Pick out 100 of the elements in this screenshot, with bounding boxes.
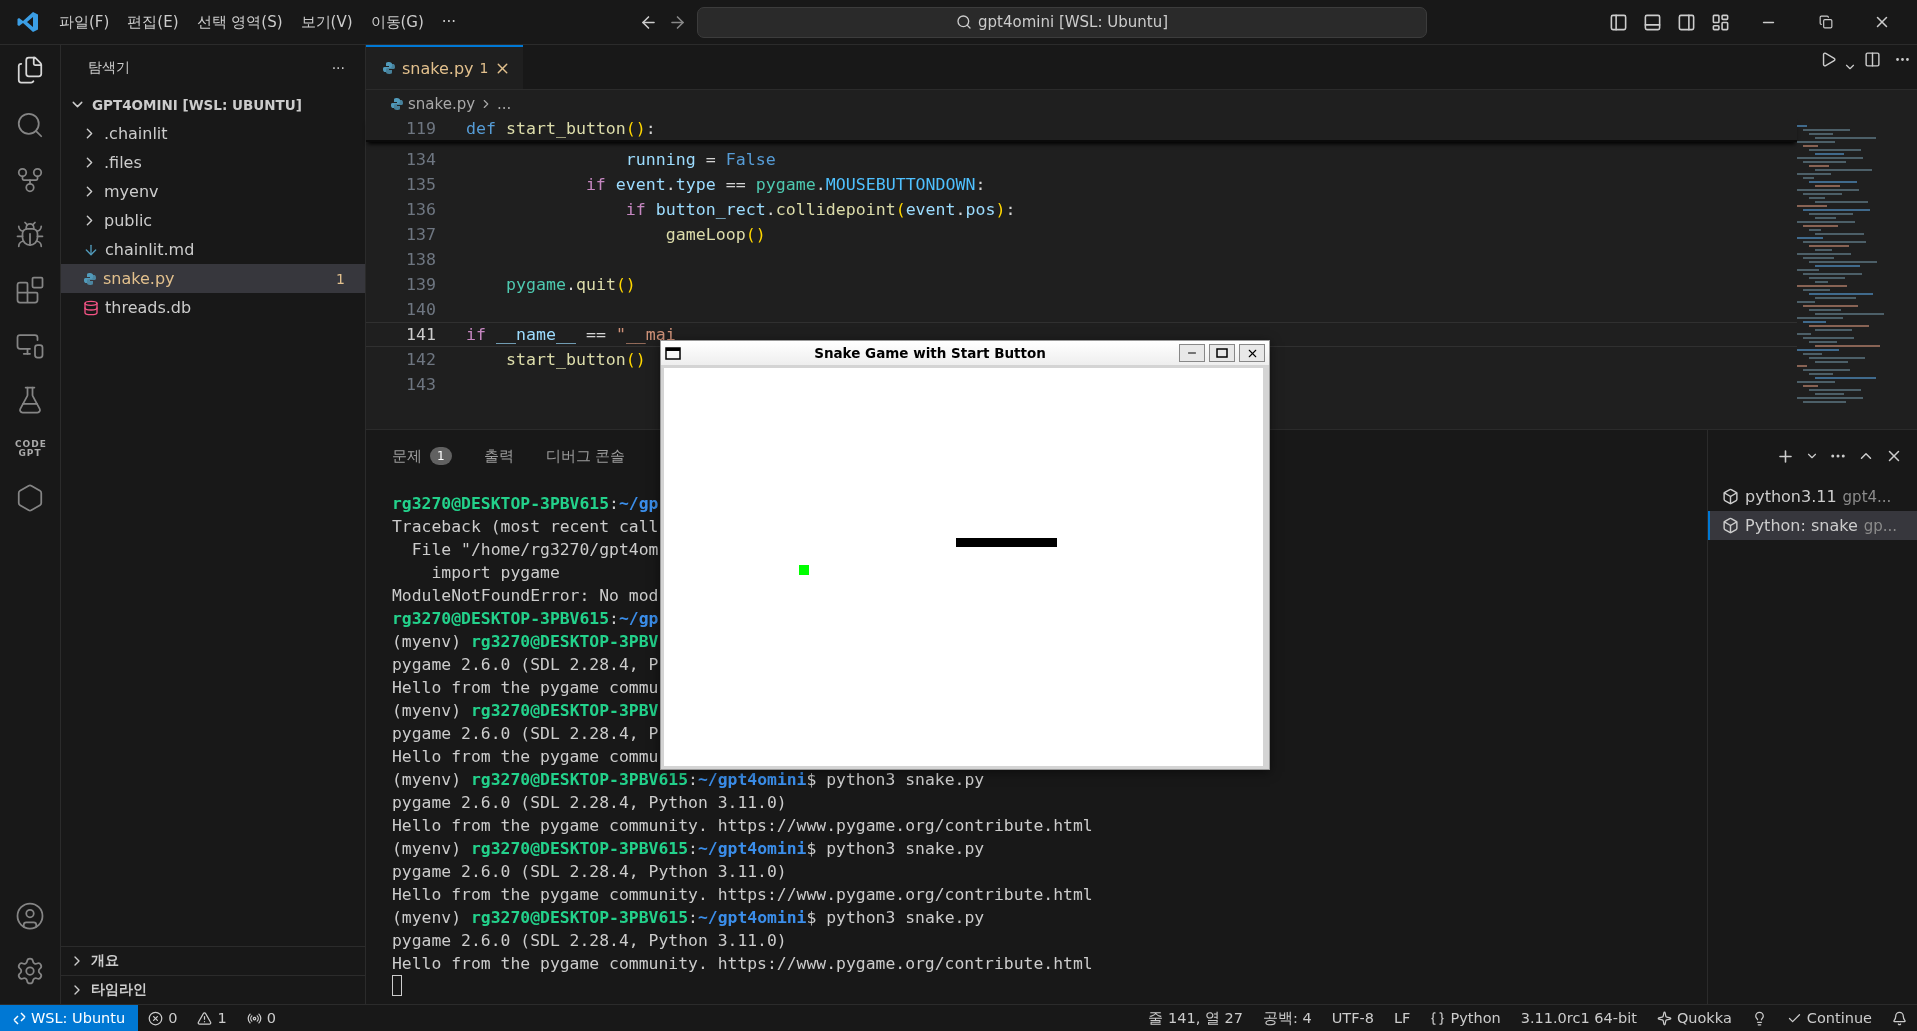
status-item[interactable]: 1	[187, 1005, 237, 1031]
account-icon[interactable]	[15, 901, 45, 931]
terminal-line: (myenv) rg3270@DESKTOP-3PBV615:~/gpt4omini$ python3 snake.py	[392, 769, 985, 791]
close-button[interactable]	[1239, 344, 1265, 362]
status-item[interactable]: 줄 141, 열 27	[1138, 1005, 1253, 1031]
code-line: start_button()	[504, 350, 646, 369]
menu-item[interactable]: 편집(E)	[120, 8, 186, 36]
menu-item[interactable]: 이동(G)	[363, 8, 431, 36]
status-item[interactable]: Quokka	[1646, 1005, 1742, 1031]
status-item[interactable]: 0	[138, 1005, 188, 1031]
panel-tab[interactable]: 디버그 콘솔	[545, 446, 626, 466]
window-title: Snake Game with Start Button	[813, 345, 1047, 361]
python-icon	[390, 96, 404, 111]
line-number: 139	[405, 275, 436, 294]
box-icon	[1722, 488, 1739, 505]
section-header[interactable]: 개요	[61, 946, 365, 975]
database-icon	[83, 299, 99, 316]
files-icon[interactable]	[15, 55, 45, 85]
panel-tab[interactable]: 문제 1	[392, 446, 452, 466]
codegpt-button[interactable]: CODE GPT	[15, 440, 45, 458]
terminal-line: (myenv) rg3270@DESKTOP-3PBV	[392, 700, 659, 722]
status-item[interactable]: 공백: 4	[1253, 1005, 1322, 1031]
terminal-line: (myenv) rg3270@DESKTOP-3PBV	[392, 631, 659, 653]
more-button[interactable]: ···	[331, 59, 345, 76]
problem-count: 1	[336, 270, 346, 287]
status-item[interactable]: 0	[236, 1005, 286, 1031]
menu-item[interactable]: ···	[434, 9, 464, 35]
file-name: .files	[104, 153, 142, 172]
file-tree-item[interactable]: .chainlit	[61, 119, 365, 148]
remote-button[interactable]: WSL: Ubuntu	[0, 1005, 139, 1031]
minimize-button[interactable]	[1179, 344, 1205, 362]
python-icon	[83, 271, 97, 286]
terminal-list-item[interactable]: Python: snake gp...	[1708, 511, 1917, 540]
file-tree-item[interactable]: chainlit.md	[61, 235, 365, 264]
breadcrumb[interactable]: snake.py	[408, 94, 476, 113]
line-number: 137	[405, 225, 436, 244]
source-control-icon[interactable]	[15, 165, 45, 195]
command-center[interactable]: gpt4omini [WSL: Ubuntu]	[697, 6, 1428, 38]
terminal-line: ModuleNotFoundError: No mod	[392, 585, 659, 607]
terminal-line: File "/home/rg3270/gpt4om	[410, 539, 659, 561]
line-number: 135	[405, 175, 436, 194]
panel-tab[interactable]: 출력	[483, 446, 514, 466]
panel-bottom-icon[interactable]	[1642, 12, 1662, 32]
menu-item[interactable]: 선택 영역(S)	[189, 8, 290, 36]
line-number: 142	[405, 350, 436, 369]
search-icon	[956, 14, 973, 30]
status-item[interactable]: LF	[1384, 1005, 1421, 1031]
code-line: gameLoop()	[664, 225, 766, 244]
editor-tab[interactable]: snake.py 1	[366, 45, 524, 89]
file-tree-item[interactable]: myenv	[61, 177, 365, 206]
terminal-line: pygame 2.6.0 (SDL 2.28.4, Python 3.11.0)	[392, 861, 787, 883]
remote-icon	[13, 1011, 26, 1025]
box-icon	[1722, 517, 1739, 534]
extensions-icon[interactable]	[15, 275, 45, 305]
folder-root[interactable]: GPT4OMINI [WSL: UBUNTU]	[61, 90, 365, 119]
status-item[interactable]: UTF-8	[1321, 1005, 1385, 1031]
maximize-button[interactable]	[1209, 344, 1235, 362]
file-tree-item[interactable]: snake.py 1	[61, 264, 365, 293]
file-tree-item[interactable]: threads.db	[61, 293, 365, 322]
maximize-icon	[1216, 348, 1228, 358]
settings-icon[interactable]	[15, 956, 45, 986]
terminal-line: Traceback (most recent call	[392, 516, 659, 538]
terminal-line: Hello from the pygame community. https://www.pygame.org/contribute.html	[392, 953, 1093, 975]
terminal-list-item[interactable]: python3.11 gpt4...	[1708, 482, 1917, 511]
status-item[interactable]: Python	[1420, 1005, 1511, 1031]
terminal-line: pygame 2.6.0 (SDL 2.28.4, P	[392, 654, 659, 676]
terminal-line: Hello from the pygame commu	[392, 746, 659, 768]
split-editor-icon[interactable]	[1863, 50, 1881, 68]
file-name: snake.py	[103, 269, 175, 288]
restore-icon[interactable]	[1819, 15, 1833, 29]
run-debug-icon[interactable]	[15, 220, 45, 250]
search-icon[interactable]	[15, 110, 45, 140]
panel-right-icon[interactable]	[1676, 12, 1696, 32]
line-number: 141	[405, 325, 436, 344]
code-line: if event.type == pygame.MOUSEBUTTONDOWN:	[584, 175, 986, 194]
python-icon	[382, 61, 396, 75]
file-tree-item[interactable]: .files	[61, 148, 365, 177]
sidebar-title: 탐색기	[88, 58, 130, 77]
terminal-line: (myenv) rg3270@DESKTOP-3PBV615:~/gpt4omini$ python3 snake.py	[392, 907, 985, 929]
status-item[interactable]: 3.11.0rc1 64-bit	[1510, 1005, 1647, 1031]
menu-item[interactable]: 보기(V)	[293, 8, 360, 36]
bell-button[interactable]	[1892, 1010, 1907, 1026]
hexagon-icon[interactable]	[15, 483, 45, 513]
terminal-line: pygame 2.6.0 (SDL 2.28.4, Python 3.11.0)	[392, 792, 787, 814]
terminal-line: rg3270@DESKTOP-3PBV615:~/gp	[392, 608, 659, 630]
file-name: myenv	[104, 182, 159, 201]
breadcrumb[interactable]: ...	[497, 94, 512, 113]
code-line: def start_button():	[466, 119, 656, 138]
layout-icon[interactable]	[1710, 12, 1730, 32]
line-number: 138	[405, 250, 436, 269]
line-number: 136	[405, 200, 436, 219]
menu-item[interactable]: 파일(F)	[52, 8, 117, 36]
snake-food-icon	[799, 565, 809, 575]
terminal-line: Hello from the pygame community. https://www.pygame.org/contribute.html	[392, 815, 1093, 837]
terminal-line: rg3270@DESKTOP-3PBV615:~/gp	[392, 493, 659, 515]
status-item[interactable]: Continue	[1776, 1005, 1882, 1031]
file-tree-item[interactable]: public	[61, 206, 365, 235]
panel-left-icon[interactable]	[1608, 12, 1628, 32]
sparkle-icon	[1656, 1010, 1672, 1026]
terminal-line: pygame 2.6.0 (SDL 2.28.4, P	[392, 723, 659, 745]
